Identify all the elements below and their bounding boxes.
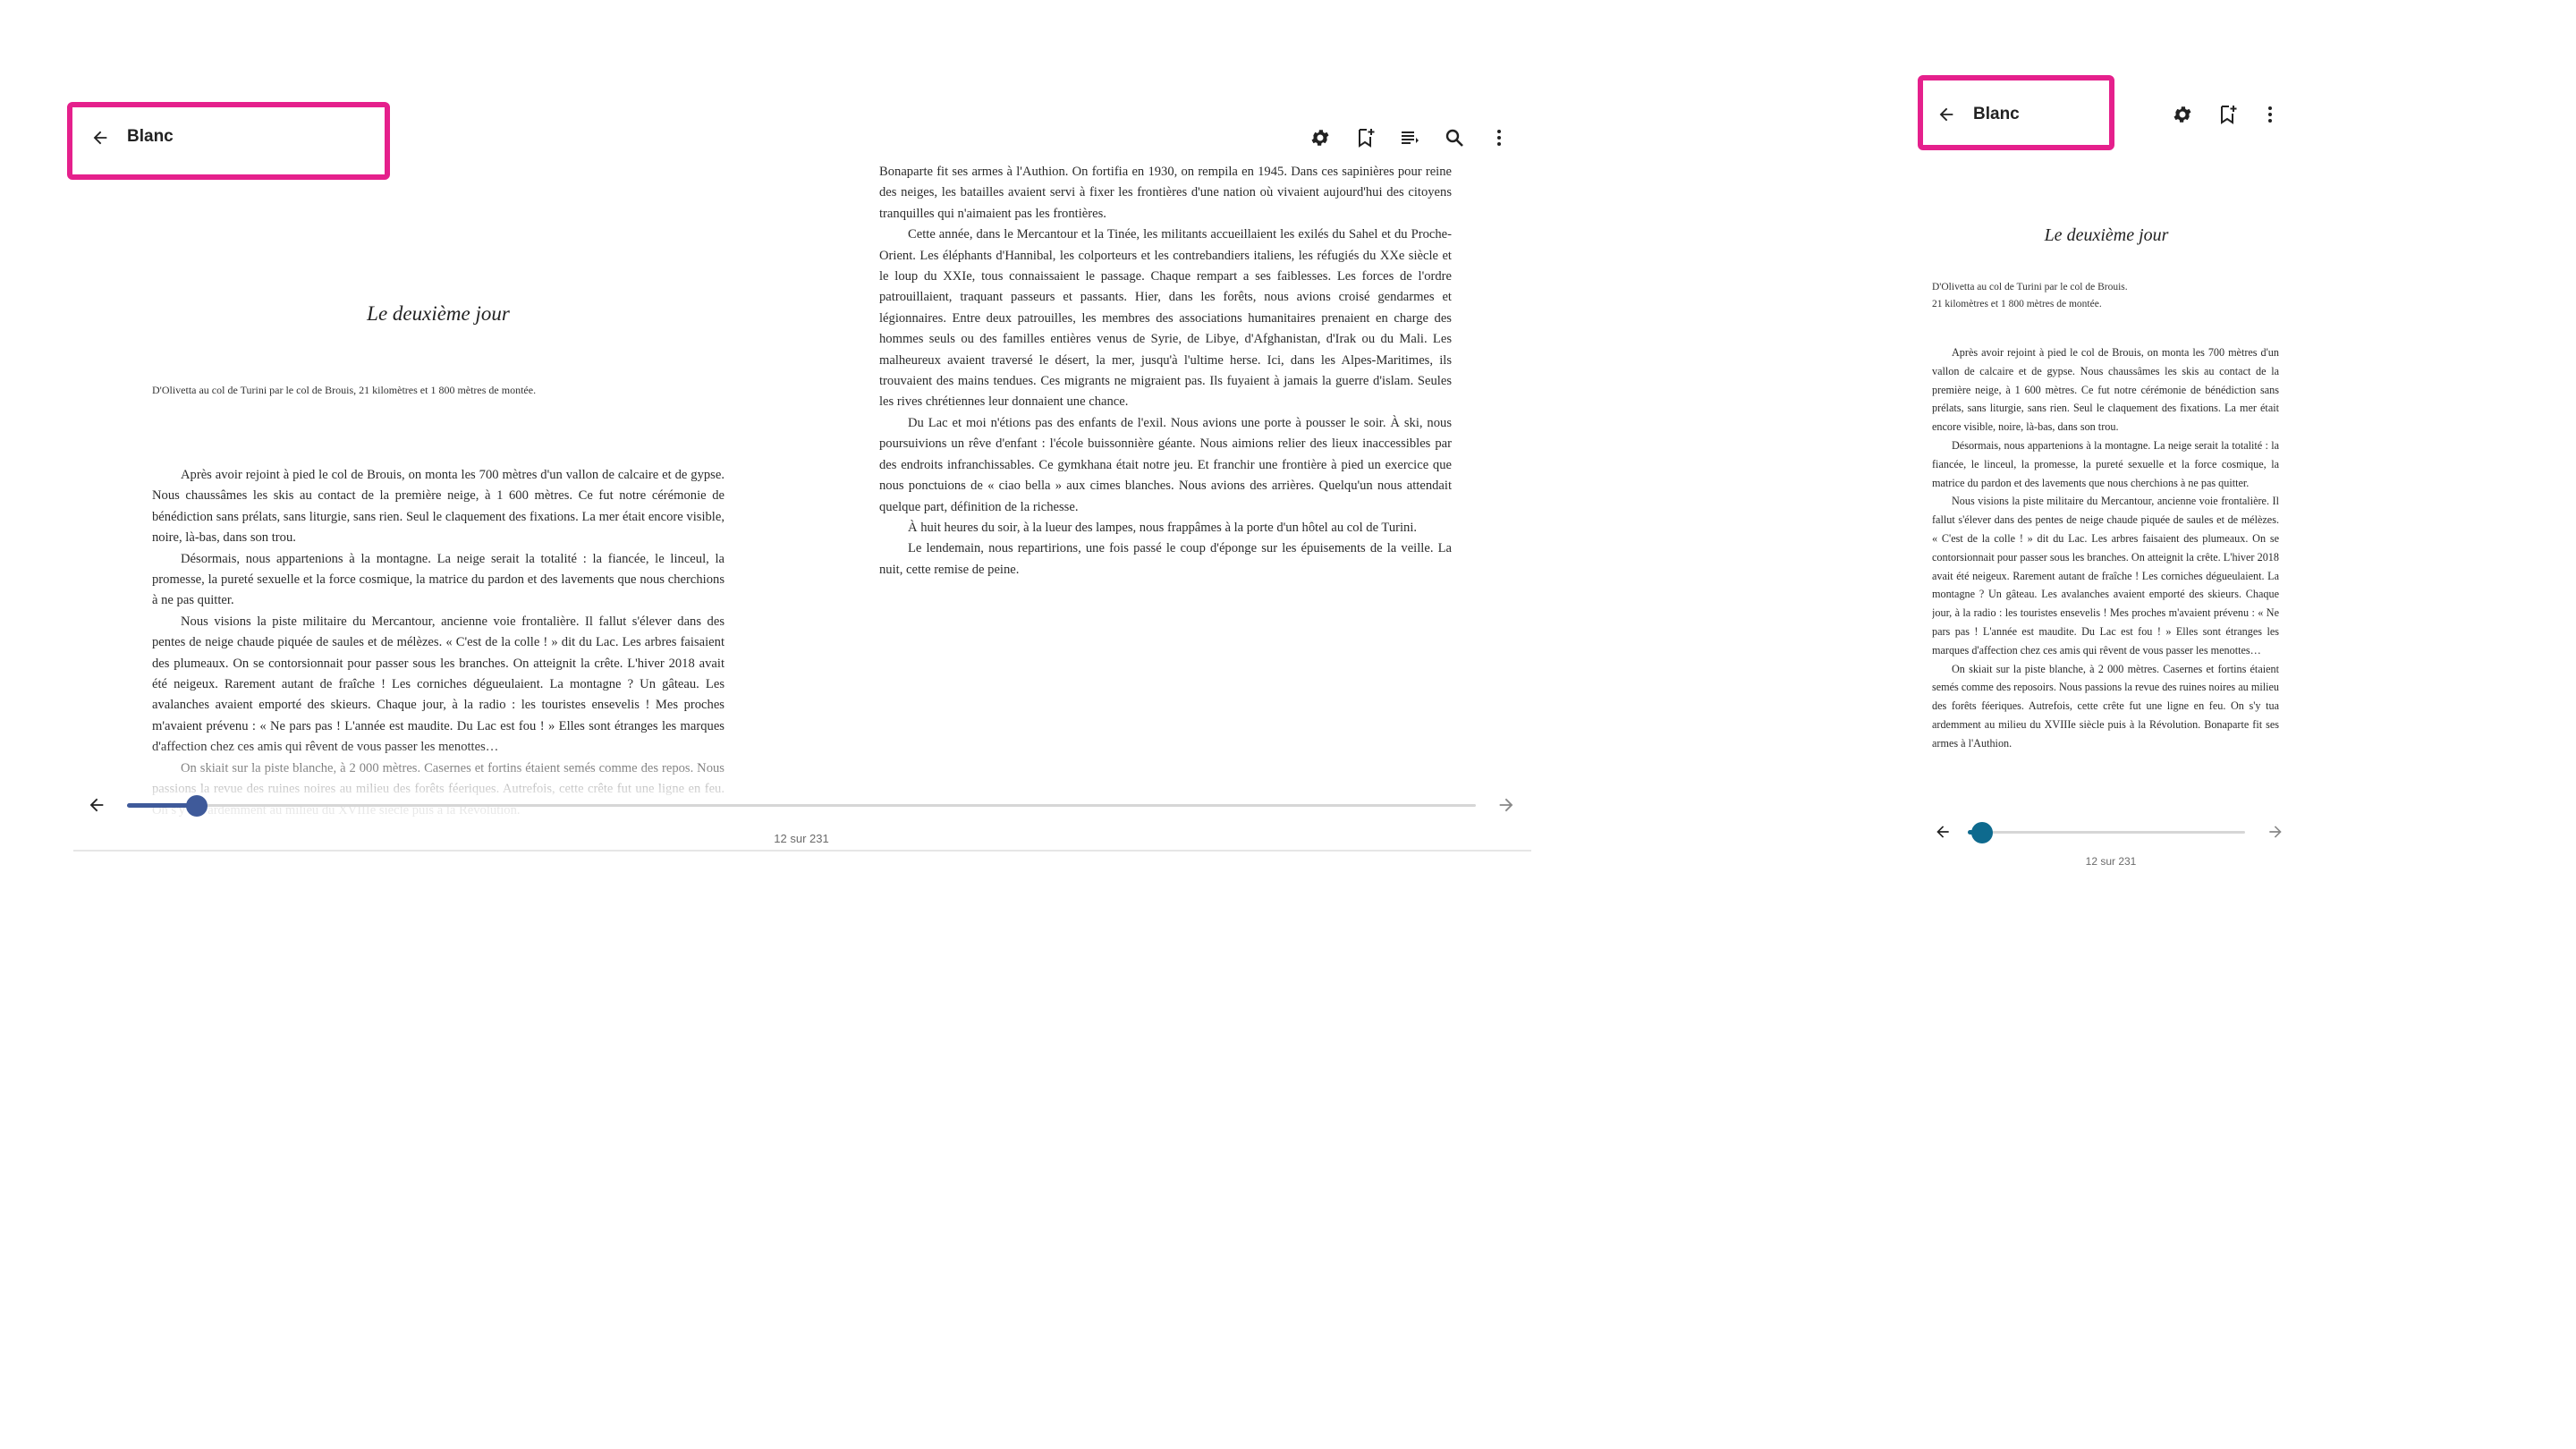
progress-track[interactable] [1968, 831, 2245, 834]
chapter-subtitle-line-2: 21 kilomètres et 1 800 mètres de montée. [1932, 299, 2102, 309]
paragraph: Nous visions la piste militaire du Merca… [1932, 495, 2279, 657]
arrow-left-icon [93, 131, 107, 145]
add-bookmark-button[interactable] [2211, 98, 2243, 131]
narrow-reader-view: Blanc Le deuxième jour D'Olivetta au col… [1878, 0, 2504, 894]
page-counter: 12 sur 231 [774, 832, 829, 845]
paragraph: Après avoir rejoint à pied le col de Bro… [152, 468, 724, 546]
paragraph: Désormais, nous appartenions à la montag… [152, 551, 724, 608]
more-options-button[interactable] [1483, 122, 1515, 154]
footer-divider [73, 850, 1531, 852]
progress-track[interactable] [127, 804, 1476, 807]
more-vertical-icon [2268, 106, 2272, 123]
previous-page-button[interactable] [1927, 816, 1959, 848]
progress-slider-thumb[interactable] [1971, 822, 1994, 843]
book-title: Blanc [1973, 105, 2020, 123]
page-text: Après avoir rejoint à pied le col de Bro… [1932, 343, 2279, 826]
next-page-button[interactable] [2259, 816, 2292, 848]
chapter-subtitle-line-1: D'Olivetta au col de Turini par le col d… [1932, 282, 2128, 292]
more-options-button[interactable] [2254, 98, 2286, 131]
page-counter: 12 sur 231 [2085, 855, 2137, 868]
paragraph: Du Lac et moi n'étions pas des enfants d… [879, 415, 1452, 514]
bookmark-add-icon [2221, 106, 2237, 124]
previous-page-button[interactable] [80, 789, 113, 821]
back-button[interactable] [1928, 97, 1964, 132]
settings-gear-icon [1311, 130, 1329, 146]
settings-button[interactable] [1304, 122, 1336, 154]
chapter-title: Le deuxième jour [367, 302, 510, 325]
next-page-button[interactable] [1490, 789, 1522, 821]
paragraph: Bonaparte fit ses armes à l'Authion. On … [879, 165, 1452, 221]
search-button[interactable] [1438, 122, 1470, 154]
table-of-contents-icon [1402, 131, 1419, 144]
more-vertical-icon [1497, 130, 1501, 146]
book-title: Blanc [127, 127, 174, 146]
paragraph: Le lendemain, nous repartirions, une foi… [879, 541, 1452, 577]
arrow-left-icon [1936, 826, 1949, 838]
page-fade-overlay [134, 742, 760, 859]
paragraph: Désormais, nous appartenions à la montag… [1932, 438, 2279, 489]
arrow-left-icon [89, 798, 104, 812]
right-page-text: Bonaparte fit ses armes à l'Authion. On … [879, 162, 1452, 580]
chapter-subtitle: D'Olivetta au col de Turini par le col d… [152, 384, 537, 396]
arrow-right-icon [1499, 798, 1513, 812]
paragraph: Après avoir rejoint à pied le col de Bro… [1932, 346, 2279, 434]
arrow-right-icon [2269, 826, 2282, 838]
bookmark-add-icon [1359, 129, 1375, 148]
table-of-contents-button[interactable] [1394, 122, 1426, 154]
paragraph: Nous visions la piste militaire du Merca… [152, 614, 724, 754]
arrow-left-icon [1939, 107, 1953, 122]
search-icon [1445, 129, 1463, 147]
wide-reader-view: Blanc Le deuxième jour D'Olivetta au col… [0, 0, 1538, 859]
paragraph: Cette année, dans le Mercantour et la Ti… [879, 227, 1452, 410]
paragraph: On skiait sur la piste blanche, à 2 000 … [1932, 662, 2279, 750]
back-button[interactable] [82, 120, 118, 156]
paragraph: À huit heures du soir, à la lueur des la… [908, 520, 1418, 535]
add-bookmark-button[interactable] [1349, 122, 1381, 154]
settings-button[interactable] [2166, 98, 2199, 131]
settings-gear-icon [2174, 106, 2191, 123]
chapter-title: Le deuxième jour [2044, 225, 2169, 245]
